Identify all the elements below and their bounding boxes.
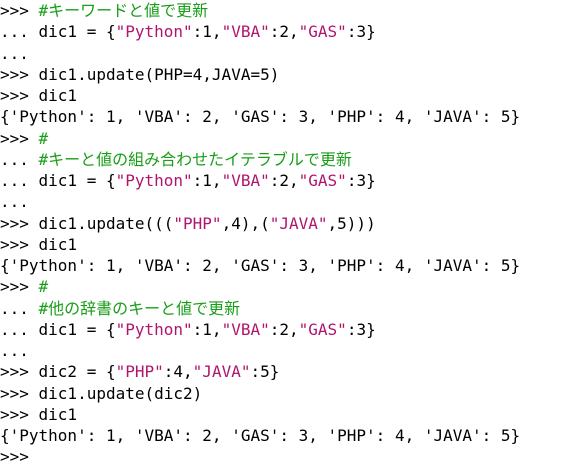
code-text: ... dic1 = { [0,171,116,190]
code-text: :1, [192,22,222,42]
code-text: ... [0,43,29,63]
console-line: ... #他の辞書のキーと値で更新 [0,298,573,319]
console-line: >>> dic1.update((("PHP",4),("JAVA",5))) [0,213,573,234]
code-text: >>> dic1 [0,234,78,254]
string-literal: "GAS" [298,319,347,339]
console-line: ... #キーと値の組み合わせたイテラブルで更新 [0,149,573,170]
console-line: >>> dic1 [0,404,573,425]
console-line: >>> dic1.update(dic2) [0,383,573,404]
console-line: >>> dic1 [0,234,573,255]
console-line: ... dic1 = {"Python":1,"VBA":2,"GAS":3} [0,319,573,340]
string-literal: "Python" [115,22,193,42]
code-text: {'Python': 1, 'VBA': 2, 'GAS': 3, 'PHP':… [0,256,521,275]
code-text: :3} [346,22,376,42]
code-text: :2, [269,171,299,190]
console-line: ... [0,340,573,361]
code-text: :3} [346,319,376,339]
code-text: :1, [192,319,222,339]
code-text: ... [0,192,29,212]
string-literal: "VBA" [221,319,270,339]
string-literal: "PHP" [173,213,222,233]
python-console[interactable]: >>> #キーワードと値で更新... dic1 = {"Python":1,"V… [0,0,573,476]
code-text: >>> [0,1,39,20]
console-line: ... [0,191,573,212]
comment-text: # [38,128,49,148]
string-literal: "VBA" [221,22,270,42]
code-text: >>> dic2 = { [0,362,116,382]
string-literal: "Python" [115,171,193,190]
code-text: ... [0,149,39,169]
code-text: {'Python': 1, 'VBA': 2, 'GAS': 3, 'PHP':… [0,426,521,445]
string-literal: "GAS" [298,22,347,42]
console-line: >>> #キーワードと値で更新 [0,0,573,21]
console-line: >>> dic1.update(PHP=4,JAVA=5) [0,64,573,85]
code-text: ... [0,298,39,318]
comment-text: #他の辞書のキーと値で更新 [38,298,241,318]
code-text: :1, [192,171,222,190]
console-line: ... [0,43,573,64]
code-text: >>> dic1.update(dic2) [0,383,203,403]
console-line: {'Python': 1, 'VBA': 2, 'GAS': 3, 'PHP':… [0,425,573,446]
code-text: :4, [163,362,193,382]
code-text: ... dic1 = { [0,319,116,339]
code-text: >>> [0,277,39,297]
string-literal: "JAVA" [269,213,328,233]
code-text: :5} [250,362,280,382]
string-literal: "GAS" [298,171,347,190]
console-line: >>> dic1 [0,85,573,106]
string-literal: "VBA" [221,171,270,190]
console-line: >>> # [0,276,573,297]
code-text: >>> dic1 [0,86,78,105]
code-text: >>> [0,447,29,467]
code-text: >>> [0,128,39,148]
console-line: {'Python': 1, 'VBA': 2, 'GAS': 3, 'PHP':… [0,255,573,276]
console-line: >>> # [0,128,573,149]
comment-text: # [38,277,49,297]
comment-text: #キーと値の組み合わせたイテラブルで更新 [38,149,352,169]
code-text: ... dic1 = { [0,22,116,42]
code-text: ,5))) [327,213,376,233]
code-text: :2, [269,319,299,339]
code-text: >>> dic1 [0,404,78,424]
string-literal: "Python" [115,319,193,339]
comment-text: #キーワードと値で更新 [38,1,209,20]
code-text: :2, [269,22,299,42]
code-text: ... [0,341,29,360]
console-line: ... dic1 = {"Python":1,"VBA":2,"GAS":3} [0,21,573,42]
console-line: {'Python': 1, 'VBA': 2, 'GAS': 3, 'PHP':… [0,106,573,127]
code-text: >>> dic1.update(PHP=4,JAVA=5) [0,64,280,84]
console-line: ... dic1 = {"Python":1,"VBA":2,"GAS":3} [0,170,573,191]
code-text: >>> dic1.update((( [0,213,174,233]
console-line: >>> dic2 = {"PHP":4,"JAVA":5} [0,361,573,382]
code-text: ,4),( [221,213,270,233]
code-text: :3} [346,171,376,190]
string-literal: "PHP" [115,362,164,382]
console-line: >>> [0,446,573,467]
code-text: {'Python': 1, 'VBA': 2, 'GAS': 3, 'PHP':… [0,107,521,127]
string-literal: "JAVA" [192,362,251,382]
